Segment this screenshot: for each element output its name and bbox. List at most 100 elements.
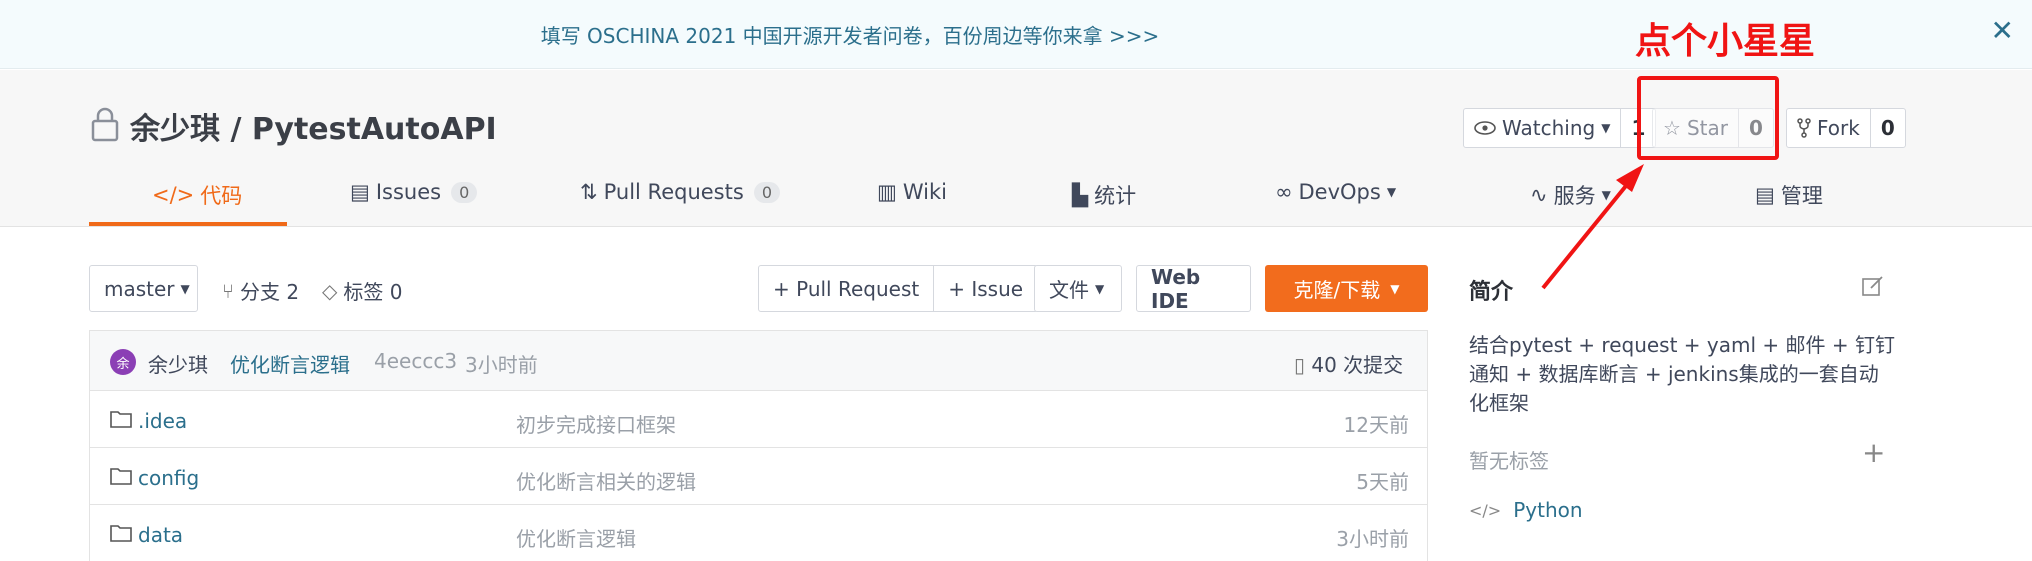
tab-label: Wiki bbox=[902, 180, 947, 204]
files-dropdown[interactable]: 文件 ▼ bbox=[1034, 265, 1122, 312]
file-table: 余 余少琪 优化断言逻辑 4eeccc3 3小时前 ▯ 40 次提交 .idea… bbox=[89, 330, 1428, 561]
file-updated-time: 5天前 bbox=[1356, 470, 1409, 494]
repo-full-name[interactable]: 余少琪 / PytestAutoAPI bbox=[130, 112, 497, 147]
clone-download-button[interactable]: 克隆/下载 ▼ bbox=[1265, 265, 1428, 312]
commit-message[interactable]: 优化断言逻辑 bbox=[230, 349, 350, 378]
branches-link[interactable]: ⑂ 分支 2 bbox=[222, 276, 299, 305]
tab-label: DevOps bbox=[1298, 180, 1381, 204]
tag-icon: ◇ bbox=[322, 278, 338, 303]
file-updated-time: 12天前 bbox=[1343, 413, 1409, 437]
description-line: 通知 + 数据库断言 + jenkins集成的一套自动 bbox=[1469, 362, 1879, 386]
edit-icon[interactable] bbox=[1862, 275, 1884, 297]
tab-label: Issues bbox=[375, 180, 442, 204]
repo-description: 结合pytest + request + yaml + 邮件 + 钉钉 通知 +… bbox=[1469, 331, 1899, 418]
chevron-down-icon: ▼ bbox=[180, 281, 190, 296]
watch-label: Watching bbox=[1502, 116, 1596, 140]
fork-count[interactable]: 0 bbox=[1869, 109, 1905, 147]
tab-pull-requests[interactable]: ⇅ Pull Requests 0 bbox=[580, 180, 780, 204]
table-row[interactable]: config 优化断言相关的逻辑 5天前 bbox=[90, 448, 1427, 505]
banner-text[interactable]: 填写 OSCHINA 2021 中国开源开发者问卷，百份周边等你来拿 >>> bbox=[0, 20, 1700, 49]
description-line: 化框架 bbox=[1469, 391, 1529, 415]
tab-issues[interactable]: ▤ Issues 0 bbox=[350, 180, 478, 204]
tab-label: 统计 bbox=[1094, 184, 1137, 208]
clone-label: 克隆/下载 bbox=[1293, 278, 1381, 302]
file-commit-message[interactable]: 优化断言相关的逻辑 bbox=[516, 466, 696, 495]
table-row[interactable]: .idea 初步完成接口框架 12天前 bbox=[90, 391, 1427, 448]
folder-icon bbox=[110, 411, 132, 428]
folder-icon bbox=[110, 468, 132, 485]
fork-icon bbox=[1797, 118, 1811, 138]
tab-label: 管理 bbox=[1780, 184, 1823, 208]
eye-icon bbox=[1474, 121, 1496, 135]
commit-time: 3小时前 bbox=[465, 353, 538, 377]
table-row[interactable]: data 优化断言逻辑 3小时前 bbox=[90, 505, 1427, 561]
chevron-down-icon: ▼ bbox=[1390, 281, 1400, 296]
lock-icon bbox=[91, 107, 119, 142]
infinity-icon: ∞ bbox=[1275, 180, 1293, 204]
tab-code[interactable]: </> 代码 bbox=[152, 180, 242, 210]
chevron-down-icon: ▼ bbox=[1601, 188, 1611, 202]
tab-label: Pull Requests bbox=[603, 180, 744, 204]
commit-list-icon: ▯ bbox=[1294, 353, 1306, 377]
files-label: 文件 bbox=[1049, 278, 1089, 302]
file-commit-message[interactable]: 优化断言逻辑 bbox=[516, 523, 636, 552]
branch-select[interactable]: master ▼ bbox=[89, 265, 198, 312]
fork-label: Fork bbox=[1817, 116, 1860, 140]
book-icon: ▥ bbox=[877, 180, 897, 204]
commit-author[interactable]: 余少琪 bbox=[148, 349, 208, 378]
new-issue-button[interactable]: + Issue bbox=[933, 266, 1037, 311]
chevron-down-icon: ▼ bbox=[1601, 121, 1611, 135]
file-commit-message[interactable]: 初步完成接口框架 bbox=[516, 409, 676, 438]
active-tab-underline bbox=[89, 222, 287, 226]
issues-icon: ▤ bbox=[350, 180, 370, 204]
web-ide-button[interactable]: Web IDE bbox=[1136, 265, 1251, 313]
tab-services[interactable]: ∿ 服务 ▼ bbox=[1530, 180, 1611, 210]
close-icon[interactable]: ✕ bbox=[1991, 14, 2014, 47]
code-icon: </> bbox=[1469, 500, 1502, 520]
fork-button[interactable]: Fork 0 bbox=[1786, 108, 1906, 148]
pull-requests-count-badge: 0 bbox=[753, 181, 780, 203]
pull-request-icon: ⇅ bbox=[580, 180, 598, 204]
file-updated-time: 3小时前 bbox=[1336, 527, 1409, 551]
settings-doc-icon: ▤ bbox=[1755, 183, 1775, 207]
fork-label-segment[interactable]: Fork bbox=[1787, 109, 1870, 147]
avatar[interactable]: 余 bbox=[110, 349, 136, 375]
chevron-down-icon: ▼ bbox=[1095, 281, 1105, 296]
tags-link[interactable]: ◇ 标签 0 bbox=[322, 276, 402, 305]
branch-name: master bbox=[104, 276, 175, 301]
add-tag-button[interactable]: + bbox=[1862, 436, 1885, 469]
intro-title: 简介 bbox=[1469, 280, 1514, 305]
no-tags-label: 暂无标签 bbox=[1469, 449, 1549, 473]
file-name[interactable]: .idea bbox=[138, 409, 187, 433]
branch-icon: ⑂ bbox=[222, 278, 234, 303]
description-line: 结合pytest + request + yaml + 邮件 + 钉钉 bbox=[1469, 333, 1895, 357]
commit-hash[interactable]: 4eeccc3 bbox=[374, 349, 457, 373]
commits-count: 40 次提交 bbox=[1311, 353, 1404, 377]
tab-devops[interactable]: ∞ DevOps ▼ bbox=[1275, 180, 1396, 204]
tab-stats[interactable]: ▙ 统计 bbox=[1072, 180, 1136, 210]
tags-count: 标签 0 bbox=[343, 280, 403, 304]
bar-chart-icon: ▙ bbox=[1072, 183, 1089, 207]
star-highlight-box bbox=[1637, 76, 1779, 160]
branches-count: 分支 2 bbox=[240, 280, 300, 304]
chevron-down-icon: ▼ bbox=[1386, 185, 1397, 199]
pulse-icon: ∿ bbox=[1530, 183, 1548, 207]
tab-wiki[interactable]: ▥ Wiki bbox=[877, 180, 947, 204]
watch-label-segment[interactable]: Watching ▼ bbox=[1464, 109, 1620, 147]
latest-commit-row: 余 余少琪 优化断言逻辑 4eeccc3 3小时前 ▯ 40 次提交 bbox=[90, 331, 1427, 391]
language-name[interactable]: Python bbox=[1513, 498, 1582, 522]
annotation-label: 点个小星星 bbox=[1635, 21, 1816, 62]
issues-count-badge: 0 bbox=[451, 181, 478, 203]
file-name[interactable]: config bbox=[138, 466, 199, 490]
new-pull-request-button[interactable]: + Pull Request bbox=[759, 266, 933, 311]
file-name[interactable]: data bbox=[138, 523, 183, 547]
tab-label: 代码 bbox=[200, 184, 243, 208]
folder-icon bbox=[110, 525, 132, 542]
commits-count-link[interactable]: ▯ 40 次提交 bbox=[1294, 349, 1403, 378]
watch-button[interactable]: Watching ▼ 1 bbox=[1463, 108, 1657, 148]
create-group: + Pull Request + Issue bbox=[758, 265, 1039, 312]
language-row[interactable]: </> Python bbox=[1469, 498, 1583, 522]
tab-settings[interactable]: ▤ 管理 bbox=[1755, 180, 1823, 210]
tab-label: 服务 bbox=[1553, 184, 1596, 208]
repo-title[interactable]: 余少琪 / PytestAutoAPI bbox=[130, 104, 497, 148]
